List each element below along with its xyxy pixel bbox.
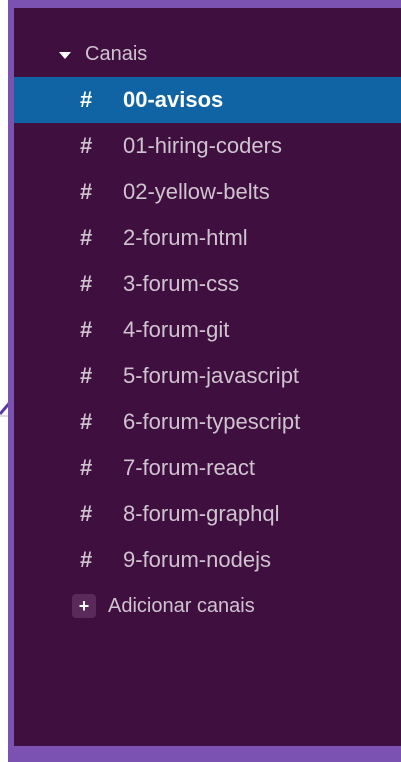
channels-section-header[interactable]: Canais [14, 31, 401, 77]
channel-item-5-forum-javascript[interactable]: # 5-forum-javascript [14, 353, 401, 399]
channel-name: 8-forum-graphql [123, 501, 280, 526]
hash-icon: # [80, 133, 93, 158]
channel-name: 02-yellow-belts [123, 179, 270, 204]
hash-icon: # [80, 501, 93, 526]
hash-icon: # [80, 87, 93, 112]
channel-list: # 00-avisos # 01-hiring-coders # 02-yell… [14, 77, 401, 583]
channel-name: 01-hiring-coders [123, 133, 282, 158]
channel-name: 5-forum-javascript [123, 363, 300, 388]
hash-icon: # [80, 317, 93, 342]
hash-icon: # [80, 363, 93, 388]
channel-item-2-forum-html[interactable]: # 2-forum-html [14, 215, 401, 261]
channel-item-8-forum-graphql[interactable]: # 8-forum-graphql [14, 491, 401, 537]
channel-item-00-avisos[interactable]: # 00-avisos [14, 77, 401, 123]
channel-item-01-hiring-coders[interactable]: # 01-hiring-coders [14, 123, 401, 169]
highlight-frame: Canais # 00-avisos # 01-hiring-coders # … [8, 0, 401, 762]
channel-name: 2-forum-html [123, 225, 248, 250]
hash-icon: # [80, 271, 93, 296]
channel-name: 7-forum-react [123, 455, 256, 480]
add-channels-button[interactable]: + Adicionar canais [14, 583, 401, 629]
hash-icon: # [80, 547, 93, 572]
channel-name: 3-forum-css [123, 271, 240, 296]
channel-item-3-forum-css[interactable]: # 3-forum-css [14, 261, 401, 307]
plus-icon: + [72, 594, 96, 618]
channels-sidebar: Canais # 00-avisos # 01-hiring-coders # … [14, 8, 401, 746]
channel-name: 6-forum-typescript [123, 409, 301, 434]
hash-icon: # [80, 455, 93, 480]
channel-name: 00-avisos [123, 87, 224, 112]
channel-item-02-yellow-belts[interactable]: # 02-yellow-belts [14, 169, 401, 215]
hash-icon: # [80, 225, 93, 250]
add-channels-label: Adicionar canais [108, 594, 255, 617]
channel-name: 9-forum-nodejs [123, 547, 271, 572]
hash-icon: # [80, 179, 93, 204]
channel-item-7-forum-react[interactable]: # 7-forum-react [14, 445, 401, 491]
channel-name: 4-forum-git [123, 317, 230, 342]
hash-icon: # [80, 409, 93, 434]
channel-item-6-forum-typescript[interactable]: # 6-forum-typescript [14, 399, 401, 445]
section-title: Canais [85, 42, 148, 65]
channel-item-4-forum-git[interactable]: # 4-forum-git [14, 307, 401, 353]
caret-down-icon[interactable] [59, 51, 71, 59]
channel-item-9-forum-nodejs[interactable]: # 9-forum-nodejs [14, 537, 401, 583]
